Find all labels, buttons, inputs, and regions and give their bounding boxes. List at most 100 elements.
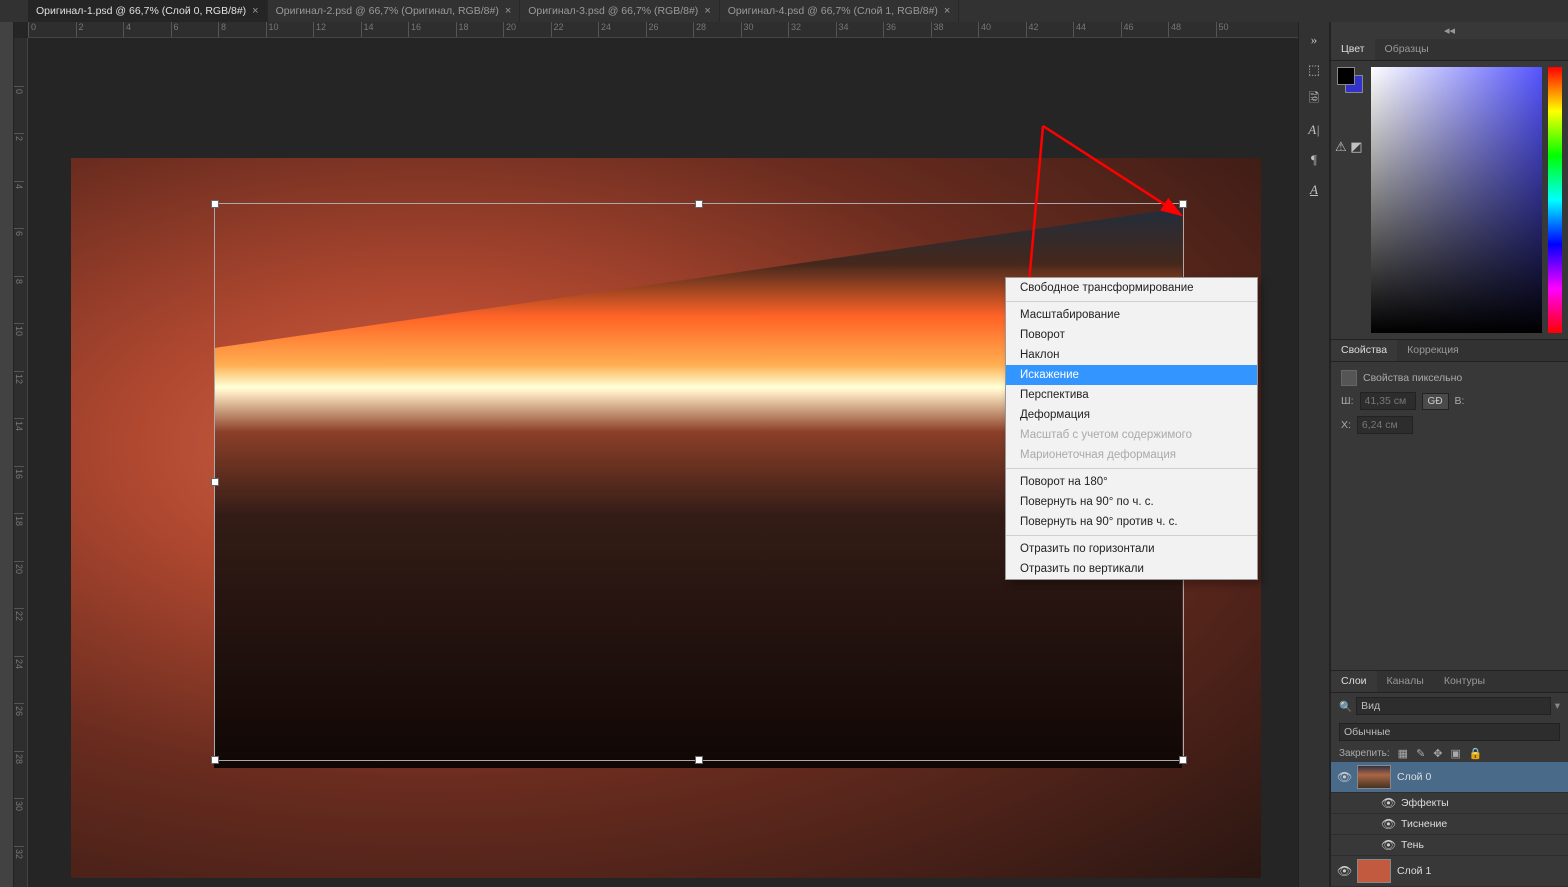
panel-collapse-icon[interactable]: ◂◂ <box>1331 22 1568 39</box>
ruler-tick: 24 <box>598 22 646 37</box>
context-menu-item[interactable]: Поворот на 180° <box>1006 472 1257 492</box>
lock-transparency-icon[interactable]: ▦ <box>1398 747 1408 760</box>
context-menu-item[interactable]: Отразить по вертикали <box>1006 559 1257 579</box>
color-field[interactable] <box>1371 67 1542 333</box>
document-tab[interactable]: Оригинал-2.psd @ 66,7% (Оригинал, RGB/8#… <box>268 0 521 22</box>
ruler-tick: 0 <box>14 86 24 134</box>
close-icon[interactable]: × <box>252 5 258 17</box>
layer-row[interactable]: 👁Тень <box>1331 835 1568 856</box>
context-menu-item[interactable]: Повернуть на 90° против ч. с. <box>1006 512 1257 532</box>
dock-expand-icon[interactable]: » <box>1302 28 1326 52</box>
foreground-background-colors[interactable] <box>1337 67 1365 95</box>
visibility-eye-icon[interactable]: 👁 <box>1381 796 1395 810</box>
context-menu-item[interactable]: Отразить по горизонтали <box>1006 539 1257 559</box>
gamut-warning-icon[interactable]: ⚠ ◩ <box>1335 139 1363 155</box>
menu-separator <box>1006 535 1257 536</box>
lock-artboard-icon[interactable]: ▣ <box>1451 747 1461 760</box>
close-icon[interactable]: × <box>704 5 710 17</box>
ruler-horizontal[interactable]: 0246810121416182022242628303234363840424… <box>28 22 1298 38</box>
visibility-eye-icon[interactable]: 👁 <box>1337 770 1351 784</box>
ruler-tick: 10 <box>266 22 314 37</box>
ruler-tick: 32 <box>14 846 24 887</box>
lock-pixels-icon[interactable]: ✎ <box>1416 747 1425 760</box>
context-menu-item[interactable]: Наклон <box>1006 345 1257 365</box>
ruler-tick: 44 <box>1073 22 1121 37</box>
layer-filter-kind[interactable]: Вид <box>1356 697 1551 715</box>
context-menu-item: Масштаб с учетом содержимого <box>1006 425 1257 445</box>
visibility-eye-icon[interactable]: 👁 <box>1381 838 1395 852</box>
right-panels: ◂◂ Цвет Образцы ⚠ ◩ Свойства <box>1330 22 1568 887</box>
history-icon[interactable]: ⬚ <box>1302 58 1326 82</box>
ruler-tick: 2 <box>76 22 124 37</box>
height-label: В: <box>1455 395 1465 407</box>
ruler-tick: 16 <box>14 466 24 514</box>
ruler-tick: 4 <box>14 181 24 229</box>
ruler-tick: 40 <box>978 22 1026 37</box>
layer-thumbnail[interactable] <box>1357 859 1391 883</box>
ruler-tick: 18 <box>14 513 24 561</box>
layer-row[interactable]: 👁 Эффекты <box>1331 793 1568 814</box>
tab-swatches[interactable]: Образцы <box>1375 39 1439 60</box>
x-label: X: <box>1341 419 1351 431</box>
context-menu-item[interactable]: Перспектива <box>1006 385 1257 405</box>
ruler-tick: 30 <box>14 798 24 846</box>
visibility-eye-icon[interactable]: 👁 <box>1337 864 1351 878</box>
layer-row[interactable]: 👁Тиснение <box>1331 814 1568 835</box>
ruler-tick: 26 <box>14 703 24 751</box>
layer-thumbnail[interactable] <box>1357 765 1391 789</box>
layer-row[interactable]: 👁Слой 0 <box>1331 762 1568 793</box>
lock-position-icon[interactable]: ✥ <box>1433 747 1442 760</box>
context-menu-item[interactable]: Свободное трансформирование <box>1006 278 1257 298</box>
tab-channels[interactable]: Каналы <box>1377 671 1434 692</box>
width-input[interactable] <box>1360 392 1416 410</box>
foreground-color[interactable] <box>1337 67 1355 85</box>
tab-paths[interactable]: Контуры <box>1434 671 1495 692</box>
tab-properties[interactable]: Свойства <box>1331 340 1397 361</box>
layer-row[interactable]: 👁Слой 1 <box>1331 856 1568 887</box>
blend-mode-select[interactable]: Обычные <box>1339 723 1560 741</box>
context-menu-item[interactable]: Искажение <box>1006 365 1257 385</box>
canvas-area[interactable]: 0246810121416182022242628303234363840424… <box>14 22 1298 887</box>
document-tab[interactable]: Оригинал-1.psd @ 66,7% (Слой 0, RGB/8#) × <box>28 0 268 22</box>
left-toolbar-edge <box>0 22 14 887</box>
ruler-tick: 6 <box>171 22 219 37</box>
color-panel-tabs: Цвет Образцы <box>1331 39 1568 61</box>
tab-color[interactable]: Цвет <box>1331 39 1375 60</box>
document-tab[interactable]: Оригинал-4.psd @ 66,7% (Слой 1, RGB/8#)× <box>720 0 960 22</box>
context-menu-item[interactable]: Поворот <box>1006 325 1257 345</box>
context-menu-item[interactable]: Деформация <box>1006 405 1257 425</box>
x-input[interactable] <box>1357 416 1413 434</box>
tab-label: Оригинал-1.psd @ 66,7% (Слой 0, RGB/8#) <box>36 5 246 17</box>
close-icon[interactable]: × <box>944 5 950 17</box>
ruler-tick: 12 <box>313 22 361 37</box>
ruler-tick: 22 <box>551 22 599 37</box>
layer-list: 👁Слой 0👁Эффекты👁Тиснение👁Тень👁Слой 1 <box>1331 762 1568 887</box>
visibility-eye-icon[interactable]: 👁 <box>1381 817 1395 831</box>
character-panel-icon[interactable]: 🗟 <box>1302 88 1326 112</box>
context-menu-item[interactable]: Масштабирование <box>1006 305 1257 325</box>
paragraph-icon[interactable]: ¶ <box>1302 148 1326 172</box>
ruler-tick: 18 <box>456 22 504 37</box>
lock-all-icon[interactable]: 🔒 <box>1469 747 1483 760</box>
context-menu-item[interactable]: Повернуть на 90° по ч. с. <box>1006 492 1257 512</box>
document-tab[interactable]: Оригинал-3.psd @ 66,7% (RGB/8#)× <box>520 0 719 22</box>
ruler-vertical[interactable]: 0246810121416182022242628303234 <box>14 38 28 887</box>
close-icon[interactable]: × <box>505 5 511 17</box>
ruler-tick: 10 <box>14 323 24 371</box>
ruler-tick: 8 <box>14 276 24 324</box>
layer-name: Эффекты <box>1401 797 1449 809</box>
vertical-type-icon[interactable]: A| <box>1302 118 1326 142</box>
ruler-tick: 2 <box>14 133 24 181</box>
filter-chevron-icon[interactable]: ▾ <box>1555 700 1560 712</box>
ruler-tick: 48 <box>1168 22 1216 37</box>
ruler-tick: 46 <box>1121 22 1169 37</box>
ruler-tick: 22 <box>14 608 24 656</box>
tab-layers[interactable]: Слои <box>1331 671 1377 692</box>
search-icon[interactable]: 🔍 <box>1339 700 1352 713</box>
tab-adjustments[interactable]: Коррекция <box>1397 340 1469 361</box>
glyphs-icon[interactable]: A <box>1302 178 1326 202</box>
hue-slider[interactable] <box>1548 67 1562 333</box>
ruler-tick: 14 <box>361 22 409 37</box>
link-dimensions-button[interactable]: GĐ <box>1422 393 1449 410</box>
ruler-tick: 28 <box>693 22 741 37</box>
